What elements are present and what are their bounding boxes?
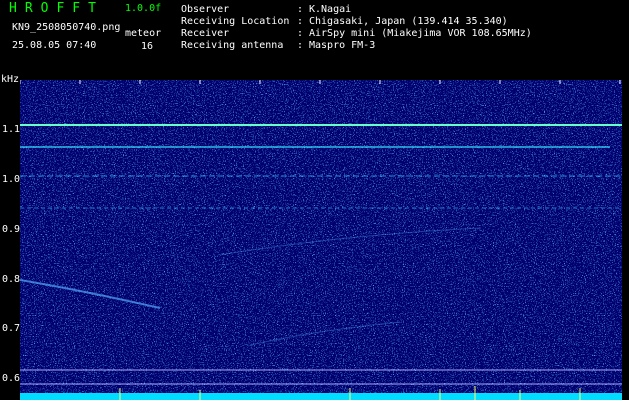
app-name: HROFFT xyxy=(9,1,104,16)
y-tick-label: 0.7 xyxy=(2,323,21,334)
meteor-count: 16 xyxy=(141,41,154,52)
spectrogram-canvas xyxy=(20,80,622,400)
y-tick-label: 0.8 xyxy=(2,274,21,285)
y-tick-label: 0.6 xyxy=(2,373,21,384)
y-tick-label: 1.1 xyxy=(2,124,21,135)
info-value-antenna: Maspro FM-3 xyxy=(309,40,376,51)
bottom-band xyxy=(20,393,622,400)
filename-label: KN9_2508050740.png xyxy=(12,22,121,33)
y-axis-unit: kHz xyxy=(1,74,20,85)
y-tick-label: 0.9 xyxy=(2,224,21,235)
version-label: 1.0.0f xyxy=(125,3,162,14)
y-tick-label: 1.0 xyxy=(2,174,21,185)
info-colon: : xyxy=(297,40,304,51)
timestamp-label: 25.08.05 07:40 xyxy=(12,40,97,51)
meteor-label: meteor xyxy=(125,28,162,39)
info-key-antenna: Receiving antenna xyxy=(181,40,284,51)
